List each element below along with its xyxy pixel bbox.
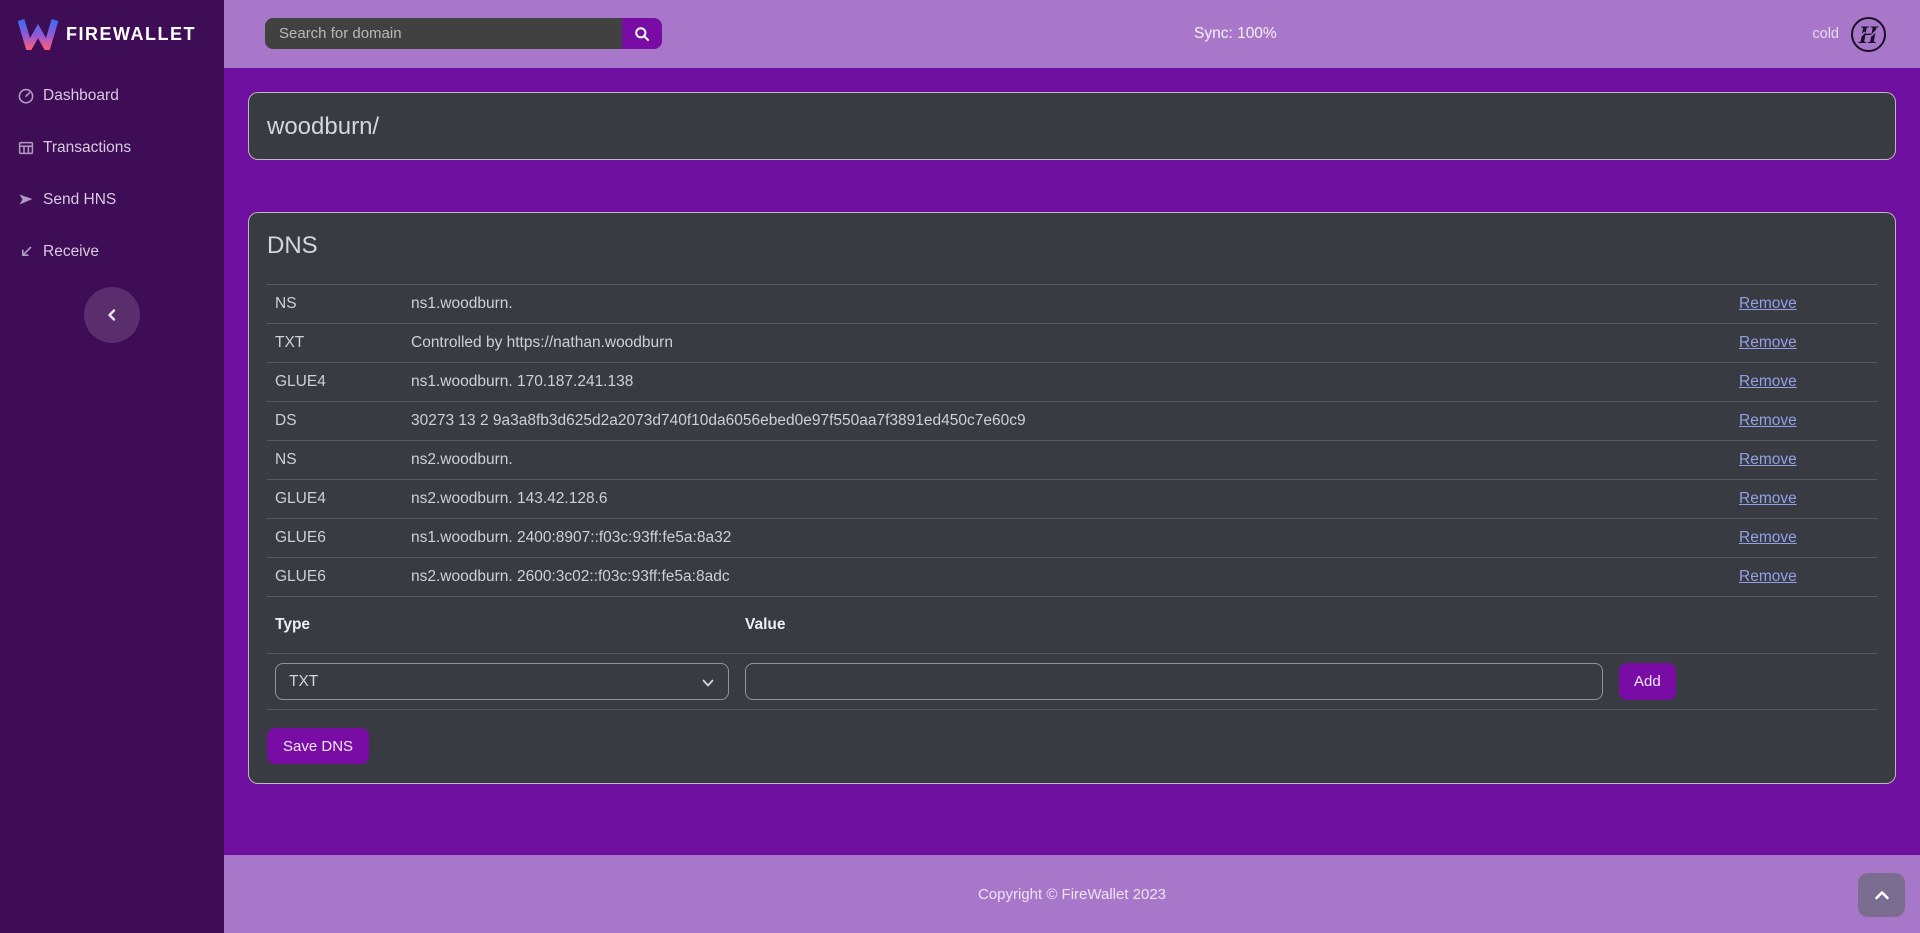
handshake-logo-icon[interactable]: H — [1850, 16, 1887, 53]
remove-record-link[interactable]: Remove — [1739, 373, 1797, 390]
record-type: GLUE4 — [267, 480, 403, 519]
record-type: NS — [267, 441, 403, 480]
record-value: ns1.woodburn. 2400:8907::f03c:93ff:fe5a:… — [403, 519, 1731, 558]
record-value-input[interactable] — [745, 663, 1603, 700]
sidebar-nav: Dashboard Transactions Send HNS Receive — [0, 68, 224, 278]
chevron-down-icon — [701, 676, 715, 690]
sidebar-item-dashboard[interactable]: Dashboard — [0, 70, 224, 122]
scroll-to-top-button[interactable] — [1858, 873, 1905, 917]
record-type: NS — [267, 285, 403, 324]
sidebar-collapse-button[interactable] — [84, 287, 140, 343]
sidebar: FIREWALLET Dashboard Transactions Send H… — [0, 0, 224, 933]
dns-record-row: GLUE4 ns2.woodburn. 143.42.128.6 Remove — [267, 480, 1877, 519]
dns-card: DNS NS ns1.woodburn. Remove TXT Controll… — [248, 212, 1896, 784]
remove-record-link[interactable]: Remove — [1739, 568, 1797, 585]
wallet-name: cold — [1812, 26, 1839, 42]
type-column-header: Type — [267, 597, 737, 654]
sidebar-item-label: Receive — [43, 243, 99, 261]
record-value: ns2.woodburn. 2600:3c02::f03c:93ff:fe5a:… — [403, 558, 1731, 597]
sidebar-item-label: Send HNS — [43, 191, 116, 209]
sidebar-item-label: Dashboard — [43, 87, 119, 105]
sidebar-item-label: Transactions — [43, 139, 131, 157]
remove-record-link[interactable]: Remove — [1739, 529, 1797, 546]
remove-record-link[interactable]: Remove — [1739, 412, 1797, 429]
domain-card: woodburn/ — [248, 92, 1896, 160]
firewallet-logo-icon — [18, 18, 58, 50]
record-type: DS — [267, 402, 403, 441]
record-type: TXT — [267, 324, 403, 363]
dns-record-row: TXT Controlled by https://nathan.woodbur… — [267, 324, 1877, 363]
value-column-header: Value — [737, 597, 1611, 654]
sidebar-item-transactions[interactable]: Transactions — [0, 122, 224, 174]
dns-record-row: GLUE6 ns1.woodburn. 2400:8907::f03c:93ff… — [267, 519, 1877, 558]
dns-record-row: GLUE4 ns1.woodburn. 170.187.241.138 Remo… — [267, 363, 1877, 402]
save-dns-button[interactable]: Save DNS — [267, 728, 369, 764]
record-value: ns2.woodburn. — [403, 441, 1731, 480]
dns-section-title: DNS — [267, 231, 1877, 261]
record-value: ns2.woodburn. 143.42.128.6 — [403, 480, 1731, 519]
sync-status: Sync: 100% — [1194, 0, 1277, 68]
search-icon — [634, 26, 650, 42]
footer: Copyright © FireWallet 2023 — [224, 855, 1920, 933]
dns-add-record-form: Type Value TXT — [267, 596, 1877, 710]
sidebar-item-send-hns[interactable]: Send HNS — [0, 174, 224, 226]
record-type: GLUE6 — [267, 519, 403, 558]
brand[interactable]: FIREWALLET — [0, 0, 224, 68]
topbar: Sync: 100% cold H — [224, 0, 1920, 68]
record-value: 30273 13 2 9a3a8fb3d625d2a2073d740f10da6… — [403, 402, 1731, 441]
record-value: ns1.woodburn. — [403, 285, 1731, 324]
search-input[interactable] — [265, 18, 622, 49]
record-type-selected-value: TXT — [289, 673, 318, 691]
record-value: ns1.woodburn. 170.187.241.138 — [403, 363, 1731, 402]
dns-record-row: GLUE6 ns2.woodburn. 2600:3c02::f03c:93ff… — [267, 558, 1877, 597]
chevron-up-icon — [1874, 889, 1890, 901]
transactions-icon — [18, 140, 34, 156]
copyright-text: Copyright © FireWallet 2023 — [978, 886, 1166, 903]
record-type-select[interactable]: TXT — [275, 663, 729, 700]
remove-record-link[interactable]: Remove — [1739, 295, 1797, 312]
send-icon — [18, 192, 34, 208]
record-type: GLUE6 — [267, 558, 403, 597]
main-content: woodburn/ DNS NS ns1.woodburn. Remove TX… — [224, 68, 1920, 855]
remove-record-link[interactable]: Remove — [1739, 490, 1797, 507]
remove-record-link[interactable]: Remove — [1739, 334, 1797, 351]
dns-record-row: DS 30273 13 2 9a3a8fb3d625d2a2073d740f10… — [267, 402, 1877, 441]
search-group — [265, 18, 662, 49]
wallet-area: cold H — [1812, 0, 1887, 68]
record-value: Controlled by https://nathan.woodburn — [403, 324, 1731, 363]
search-button[interactable] — [622, 18, 662, 49]
receive-icon — [18, 244, 34, 260]
domain-title: woodburn/ — [267, 111, 1877, 143]
sidebar-item-receive[interactable]: Receive — [0, 226, 224, 278]
chevron-left-icon — [105, 308, 119, 322]
dashboard-icon — [18, 88, 34, 104]
remove-record-link[interactable]: Remove — [1739, 451, 1797, 468]
add-record-button[interactable]: Add — [1619, 663, 1676, 700]
dns-record-row: NS ns2.woodburn. Remove — [267, 441, 1877, 480]
brand-name: FIREWALLET — [66, 24, 196, 45]
record-type: GLUE4 — [267, 363, 403, 402]
dns-records-table: NS ns1.woodburn. Remove TXT Controlled b… — [267, 284, 1877, 596]
dns-record-row: NS ns1.woodburn. Remove — [267, 285, 1877, 324]
